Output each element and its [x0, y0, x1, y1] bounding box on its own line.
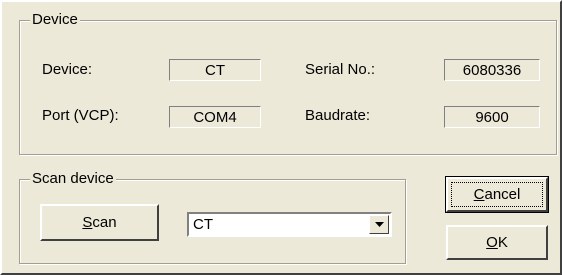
scan-button-label: Scan	[82, 214, 117, 231]
serial-value: 6080336	[462, 61, 522, 79]
baud-value: 9600	[475, 108, 509, 126]
baud-label: Baudrate:	[305, 107, 371, 124]
port-label: Port (VCP):	[42, 107, 119, 124]
cancel-button-label: Cancel	[473, 186, 521, 203]
device-select[interactable]: CT	[187, 212, 392, 237]
chevron-down-icon	[374, 222, 384, 227]
ok-button[interactable]: OK	[446, 225, 548, 260]
device-value-field: CT	[169, 59, 261, 81]
dropdown-arrow-button[interactable]	[369, 215, 389, 234]
cancel-button[interactable]: Cancel	[445, 176, 549, 213]
device-group: Device Device: CT Serial No.: 6080336 Po…	[19, 11, 557, 155]
scan-group-title: Scan device	[30, 170, 116, 188]
device-value: CT	[205, 61, 225, 79]
device-select-value: CT	[193, 216, 213, 233]
scan-device-group: Scan device Scan CT	[19, 170, 406, 264]
scan-button[interactable]: Scan	[40, 204, 159, 241]
port-value-field: COM4	[169, 106, 261, 128]
port-value: COM4	[193, 108, 237, 126]
device-group-title: Device	[30, 11, 80, 29]
serial-label: Serial No.:	[305, 61, 376, 78]
baud-value-field: 9600	[444, 106, 540, 128]
ok-button-label: OK	[486, 234, 508, 251]
device-label: Device:	[42, 61, 93, 78]
serial-value-field: 6080336	[444, 59, 540, 81]
